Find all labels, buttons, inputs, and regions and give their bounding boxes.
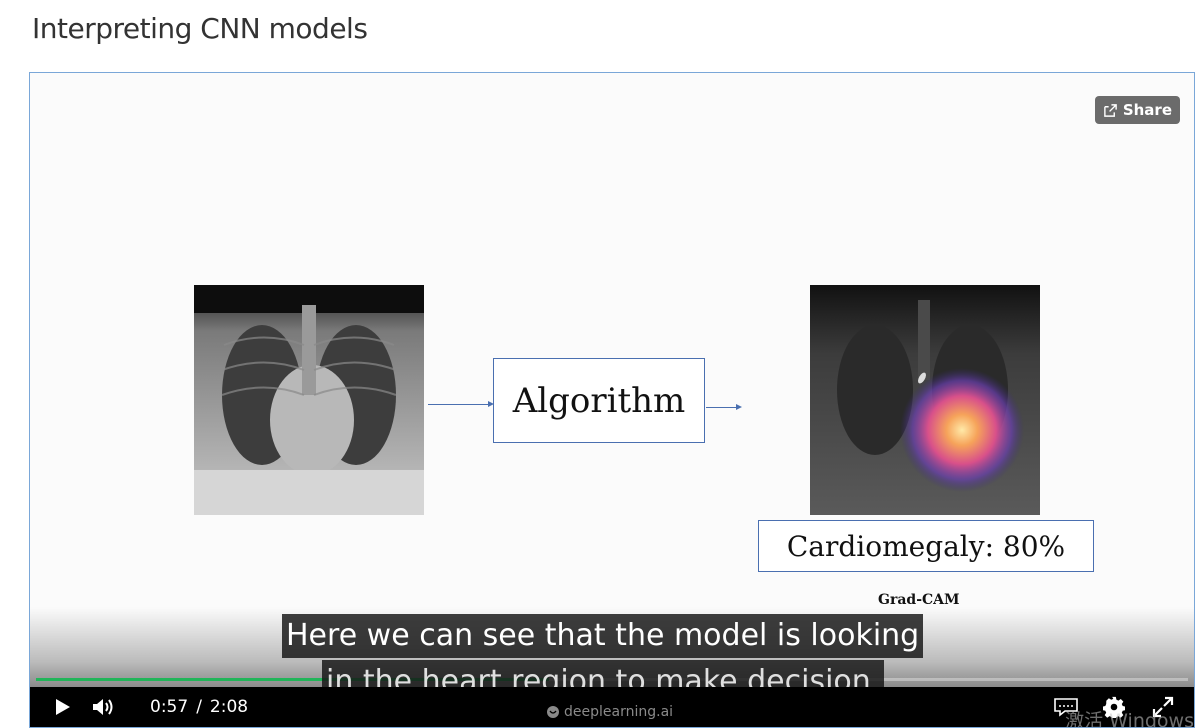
time-separator: / (196, 697, 202, 717)
share-button[interactable]: Share (1094, 96, 1180, 124)
video-player[interactable]: Algorithm Cardiomegaly: 80% Grad-CAM Sha… (29, 72, 1195, 728)
brand-logo-icon (547, 706, 559, 718)
control-bar: 0:57 / 2:08 deeplearning.ai 激活 Windows (30, 687, 1194, 727)
chest-xray-image (194, 285, 424, 515)
share-label: Share (1122, 101, 1172, 119)
brand-watermark: deeplearning.ai (546, 704, 673, 720)
play-icon (56, 699, 70, 715)
arrow-to-algorithm (428, 401, 494, 407)
brand-label: deeplearning.ai (564, 704, 674, 720)
algorithm-box: Algorithm (493, 358, 705, 443)
share-icon (1103, 103, 1117, 117)
gradcam-heatmap-image (810, 285, 1040, 515)
caption-line-1: Here we can see that the model is lookin… (282, 614, 924, 658)
volume-icon (93, 699, 113, 715)
os-activation-watermark: 激活 Windows (1065, 710, 1194, 728)
gradcam-label: Grad-CAM (878, 592, 960, 608)
total-time: 2:08 (209, 697, 249, 717)
current-time: 0:57 (150, 697, 189, 717)
time-display: 0:57 / 2:08 (150, 697, 248, 717)
diagnosis-label: Cardiomegaly: 80% (758, 520, 1094, 572)
volume-button[interactable] (90, 696, 118, 718)
page-title: Interpreting CNN models (32, 12, 368, 45)
play-button[interactable] (52, 696, 74, 718)
arrow-from-algorithm (706, 404, 742, 410)
